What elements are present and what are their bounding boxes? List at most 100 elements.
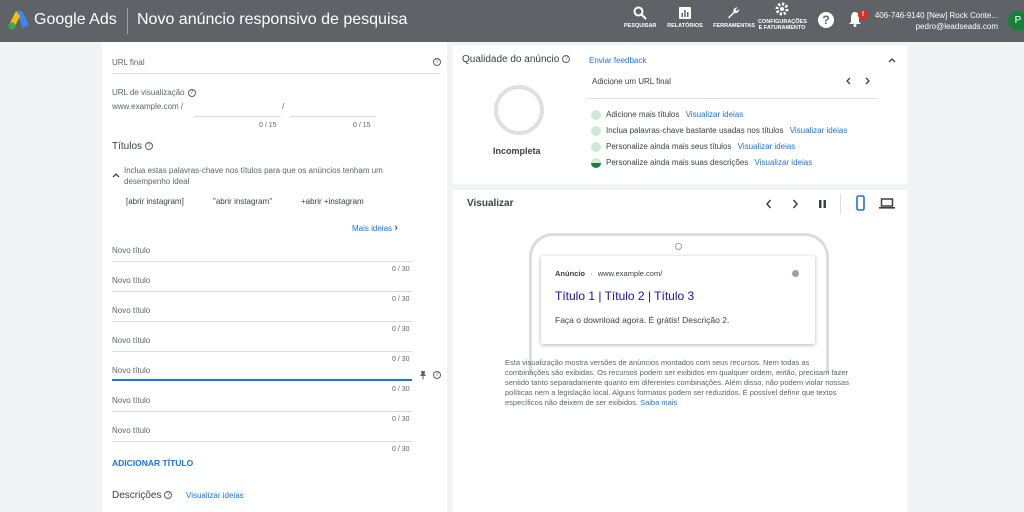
search-icon bbox=[633, 6, 647, 20]
headline-6-counter: 0 / 30 bbox=[392, 416, 410, 423]
preview-prev-icon[interactable] bbox=[765, 199, 772, 209]
headline-1-placeholder[interactable]: Novo título bbox=[112, 246, 150, 255]
ad-quality-title: Qualidade do anúncio? bbox=[462, 54, 571, 65]
headline-2-field[interactable] bbox=[112, 291, 412, 292]
tool-reports-label: RELATÓRIOS bbox=[667, 23, 703, 29]
tool-search-label: PESQUISAR bbox=[624, 23, 657, 29]
headline-4-placeholder[interactable]: Novo título bbox=[112, 336, 150, 345]
suggestion-divider bbox=[586, 98, 878, 99]
final-url-help-icon[interactable]: ? bbox=[433, 58, 441, 66]
top-bar: Google Ads Novo anúncio responsivo de pe… bbox=[0, 0, 1024, 42]
header-divider bbox=[127, 8, 128, 34]
headline-3-counter: 0 / 30 bbox=[392, 326, 410, 333]
final-url-field[interactable] bbox=[112, 73, 439, 74]
suggestion-view-ideas-link[interactable]: Visualizar ideias bbox=[686, 110, 744, 119]
preview-panel: Visualizar Anúncio · www.example.com/ Tí… bbox=[453, 190, 907, 512]
tool-reports[interactable]: RELATÓRIOS bbox=[666, 6, 704, 29]
suggestion-row: Inclua palavras-chave bastante usadas no… bbox=[591, 126, 847, 136]
ad-url: www.example.com/ bbox=[597, 269, 663, 278]
tool-search[interactable]: PESQUISAR bbox=[624, 6, 656, 29]
suggestion-prev-icon[interactable] bbox=[845, 77, 851, 85]
ad-strength-gauge bbox=[494, 85, 544, 135]
descriptions-view-ideas-link[interactable]: Visualizar ideias bbox=[186, 491, 244, 500]
chevron-up-icon[interactable] bbox=[112, 172, 120, 178]
suggestion-status-icon bbox=[591, 110, 601, 120]
display-url-help-icon[interactable]: ? bbox=[187, 88, 196, 97]
display-url-prefix: www.example.com / bbox=[112, 102, 184, 111]
headline-4-counter: 0 / 30 bbox=[392, 356, 410, 363]
keyword-chip[interactable]: "abrir instagram" bbox=[213, 197, 272, 206]
headlines-title: Títulos? bbox=[112, 141, 154, 152]
google-ads-logo-icon[interactable] bbox=[8, 10, 30, 30]
descriptions-title: Descrições? bbox=[112, 490, 173, 501]
tool-settings-label: CONFIGURAÇÕES E FATURAMENTO bbox=[758, 19, 807, 31]
meta-separator: · bbox=[590, 269, 593, 278]
suggestion-view-ideas-link[interactable]: Visualizar ideias bbox=[738, 142, 796, 151]
brand-name[interactable]: Google Ads bbox=[34, 11, 117, 29]
suggestion-status-icon bbox=[591, 142, 601, 152]
final-url-label: URL final bbox=[112, 58, 145, 67]
headline-3-placeholder[interactable]: Novo título bbox=[112, 306, 150, 315]
wrench-icon bbox=[728, 7, 740, 19]
ad-quality-panel: Qualidade do anúncio? Enviar feedback In… bbox=[453, 45, 907, 184]
keyword-chip[interactable]: +abrir +instagram bbox=[301, 197, 364, 206]
headline-6-placeholder[interactable]: Novo título bbox=[112, 396, 150, 405]
headline-2-placeholder[interactable]: Novo título bbox=[112, 276, 150, 285]
headline-1-counter: 0 / 30 bbox=[392, 266, 410, 273]
descriptions-help-icon[interactable]: ? bbox=[164, 491, 173, 500]
headline-7-counter: 0 / 30 bbox=[392, 446, 410, 453]
headline-help-icon[interactable]: ? bbox=[433, 371, 441, 379]
headline-5-field[interactable] bbox=[112, 379, 412, 381]
preview-title: Visualizar bbox=[467, 198, 514, 209]
keyword-hint: Inclua estas palavras-chave nos títulos … bbox=[124, 166, 383, 186]
suggestion-view-ideas-link[interactable]: Visualizar ideias bbox=[790, 126, 848, 135]
info-dot-icon bbox=[792, 270, 799, 277]
ad-form-panel: URL final ? URL de visualização? www.exa… bbox=[102, 42, 447, 512]
add-headline-button[interactable]: ADICIONAR TÍTULO bbox=[112, 458, 193, 468]
suggestion-view-ideas-link[interactable]: Visualizar ideias bbox=[755, 158, 813, 167]
preview-disclaimer: Esta visualização mostra versões de anún… bbox=[505, 358, 849, 407]
more-ideas-link[interactable]: Mais ideias › bbox=[352, 222, 398, 234]
tool-tools-label: FERRAMENTAS bbox=[713, 23, 755, 29]
headline-4-field[interactable] bbox=[112, 351, 412, 352]
preview-next-icon[interactable] bbox=[792, 199, 799, 209]
collapse-chevron-icon[interactable] bbox=[888, 57, 896, 63]
tool-settings[interactable]: CONFIGURAÇÕES E FATURAMENTO bbox=[758, 2, 807, 31]
display-url-separator: / bbox=[282, 102, 285, 111]
headlines-help-icon[interactable]: ? bbox=[145, 142, 154, 151]
phone-camera-icon bbox=[675, 243, 682, 250]
keyword-chip[interactable]: [abrir instagram] bbox=[126, 197, 184, 206]
suggestion-status-icon bbox=[591, 126, 601, 136]
headline-5-counter: 0 / 30 bbox=[392, 386, 410, 393]
mobile-device-icon[interactable] bbox=[856, 195, 865, 211]
ad-quality-help-icon[interactable]: ? bbox=[562, 55, 571, 64]
ad-label: Anúncio bbox=[555, 269, 585, 278]
path-1-field[interactable] bbox=[194, 116, 281, 117]
pause-icon[interactable] bbox=[818, 199, 827, 209]
headline-7-field[interactable] bbox=[112, 441, 412, 442]
path-2-field[interactable] bbox=[290, 116, 376, 117]
headline-6-field[interactable] bbox=[112, 411, 412, 412]
ad-description: Faça o download agora. É grátis! Descriç… bbox=[555, 315, 730, 325]
account-info[interactable]: 406-746-9140 [New] Rock Conte... pedro@l… bbox=[875, 10, 998, 32]
ad-preview-meta: Anúncio · www.example.com/ bbox=[555, 269, 662, 278]
headline-3-field[interactable] bbox=[112, 321, 412, 322]
headline-1-field[interactable] bbox=[112, 261, 412, 262]
headline-7-placeholder[interactable]: Novo título bbox=[112, 426, 150, 435]
pin-icon[interactable] bbox=[419, 370, 427, 380]
send-feedback-link[interactable]: Enviar feedback bbox=[589, 56, 646, 65]
display-url-label: URL de visualização? bbox=[112, 88, 196, 97]
tool-tools[interactable]: FERRAMENTAS bbox=[712, 6, 756, 29]
learn-more-link[interactable]: Saiba mais bbox=[640, 398, 677, 407]
help-icon[interactable]: ? bbox=[818, 12, 834, 28]
desktop-device-icon[interactable] bbox=[879, 198, 895, 209]
avatar[interactable]: P bbox=[1008, 11, 1024, 31]
reports-icon bbox=[679, 7, 691, 19]
suggestion-next-icon[interactable] bbox=[865, 77, 871, 85]
ad-headline[interactable]: Título 1 | Título 2 | Título 3 bbox=[555, 289, 694, 303]
account-id: 406-746-9140 [New] Rock Conte... bbox=[874, 11, 998, 20]
headline-5-placeholder[interactable]: Novo título bbox=[112, 366, 150, 375]
gear-icon bbox=[775, 2, 789, 16]
account-email: pedro@leadseads.com bbox=[915, 22, 998, 31]
ad-preview-card: Anúncio · www.example.com/ Título 1 | Tí… bbox=[541, 256, 815, 344]
